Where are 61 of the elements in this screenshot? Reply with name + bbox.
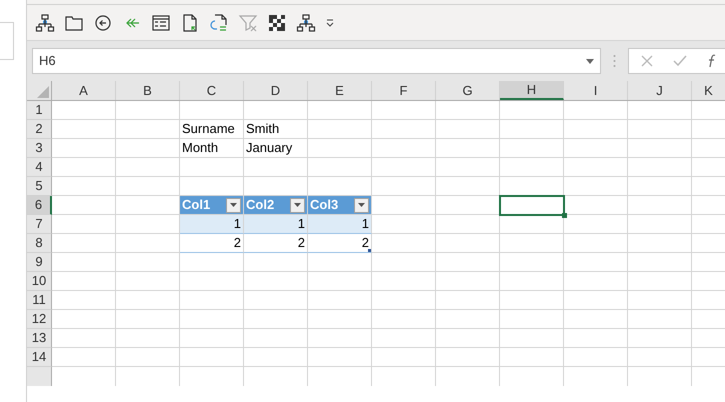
column-header[interactable]: C bbox=[180, 81, 244, 100]
column-header[interactable]: D bbox=[244, 81, 308, 100]
dropdown-caret-icon bbox=[586, 58, 594, 64]
table-cell[interactable]: 1 bbox=[308, 215, 372, 234]
filter-dropdown-button[interactable] bbox=[354, 198, 369, 212]
column-header[interactable]: F bbox=[372, 81, 436, 100]
caret-icon bbox=[358, 203, 365, 207]
row-header[interactable]: 10 bbox=[27, 272, 52, 291]
column-header[interactable]: H bbox=[500, 81, 564, 100]
checkerboard-icon[interactable] bbox=[267, 12, 287, 32]
column-header[interactable]: A bbox=[52, 81, 116, 100]
select-all-triangle-icon[interactable] bbox=[37, 86, 49, 98]
table-cell[interactable]: 2 bbox=[244, 234, 308, 253]
grid-cell[interactable]: January bbox=[244, 139, 308, 158]
filter-clear-icon[interactable] bbox=[238, 12, 258, 32]
row-header[interactable]: 2 bbox=[27, 120, 52, 139]
column-header[interactable]: I bbox=[564, 81, 628, 100]
table-cell[interactable]: 2 bbox=[180, 234, 244, 253]
side-panel bbox=[0, 22, 14, 60]
table-cell[interactable]: 1 bbox=[180, 215, 244, 234]
row-header[interactable]: 14 bbox=[27, 348, 52, 367]
hierarchy-icon[interactable] bbox=[296, 12, 316, 32]
table-cell[interactable]: 1 bbox=[244, 215, 308, 234]
grid-cell[interactable]: Surname bbox=[180, 120, 244, 139]
row-header[interactable]: 8 bbox=[27, 234, 52, 253]
row-header[interactable]: 6 bbox=[27, 196, 52, 215]
row-header[interactable]: 3 bbox=[27, 139, 52, 158]
row-header[interactable]: 9 bbox=[27, 253, 52, 272]
caret-icon bbox=[230, 203, 237, 207]
grip-icon[interactable] bbox=[613, 54, 616, 68]
column-header[interactable]: K bbox=[692, 81, 725, 100]
table-header-text: Col3 bbox=[310, 196, 338, 214]
back-circle-icon[interactable] bbox=[93, 12, 113, 32]
check-icon[interactable] bbox=[673, 55, 687, 67]
row-header[interactable]: 4 bbox=[27, 158, 52, 177]
row-header[interactable]: 5 bbox=[27, 177, 52, 196]
caret-icon bbox=[294, 203, 301, 207]
row-header[interactable]: 7 bbox=[27, 215, 52, 234]
function-icon[interactable] bbox=[707, 54, 717, 68]
column-header[interactable]: J bbox=[628, 81, 692, 100]
row-header[interactable]: 1 bbox=[27, 101, 52, 120]
column-header[interactable]: E bbox=[308, 81, 372, 100]
filter-dropdown-button[interactable] bbox=[226, 198, 241, 212]
grid-cell[interactable]: Month bbox=[180, 139, 244, 158]
table-header-text: Col2 bbox=[246, 196, 274, 214]
column-header[interactable]: B bbox=[116, 81, 180, 100]
grid-cell[interactable]: Smith bbox=[244, 120, 308, 139]
name-box[interactable]: H6 bbox=[32, 48, 601, 74]
table-resize-handle[interactable] bbox=[368, 249, 371, 252]
table-cell[interactable]: 2 bbox=[308, 234, 372, 253]
row-header[interactable]: 13 bbox=[27, 329, 52, 348]
row-header[interactable] bbox=[27, 367, 52, 386]
form-icon[interactable] bbox=[151, 12, 171, 32]
document-refresh-icon[interactable] bbox=[209, 12, 229, 32]
filter-dropdown-button[interactable] bbox=[290, 198, 305, 212]
row-header[interactable]: 12 bbox=[27, 310, 52, 329]
hierarchy-icon[interactable] bbox=[35, 12, 55, 32]
customize-caret-icon[interactable] bbox=[325, 18, 335, 28]
cancel-icon[interactable] bbox=[641, 55, 653, 67]
table-header-text: Col1 bbox=[182, 196, 210, 214]
row-header[interactable]: 11 bbox=[27, 291, 52, 310]
